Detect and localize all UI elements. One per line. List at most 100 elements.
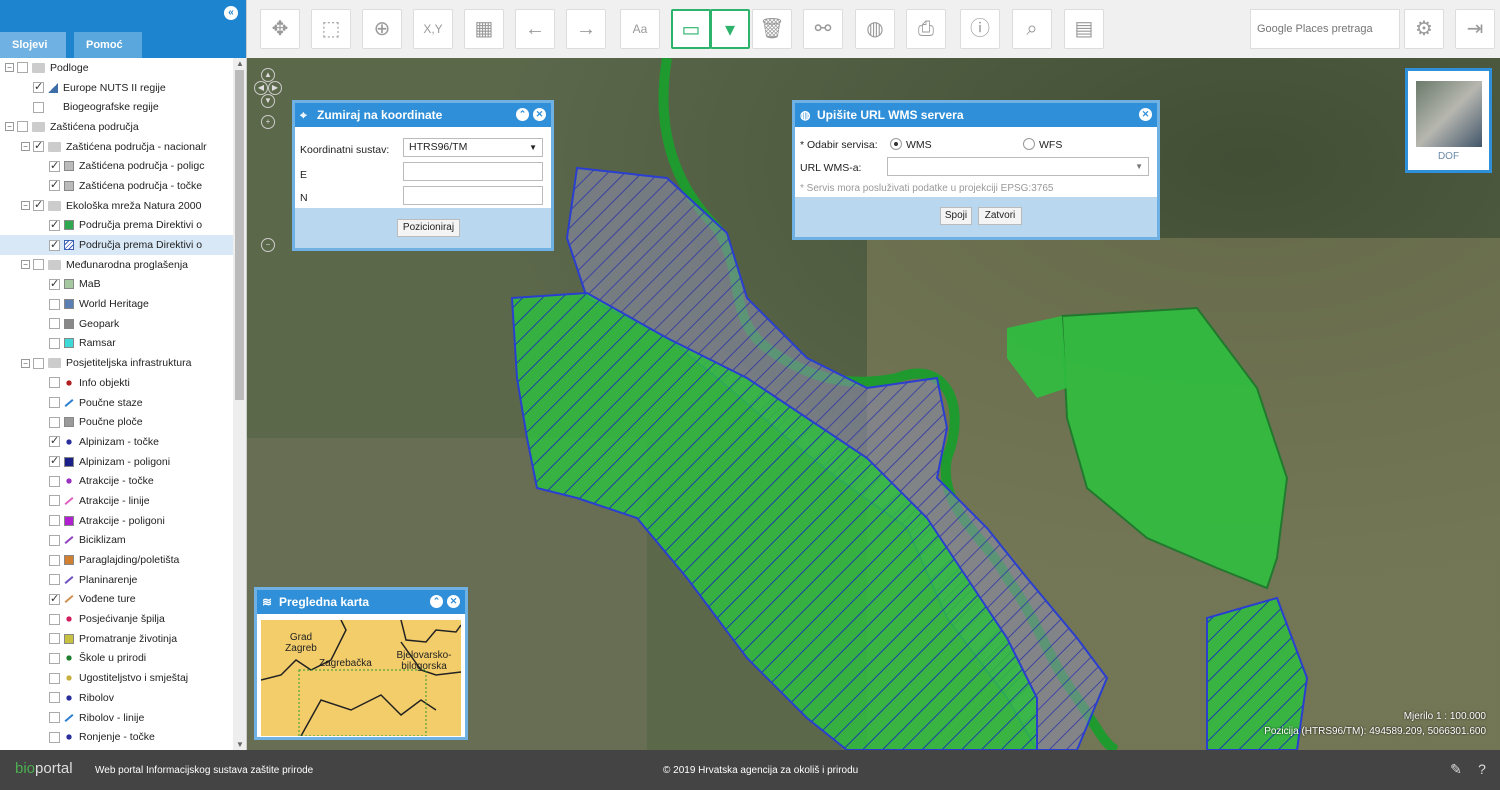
layer-row[interactable]: Ugostiteljstvo i smještaj xyxy=(0,668,233,688)
bioportal-logo[interactable]: bioportal xyxy=(15,760,73,777)
layer-checkbox[interactable] xyxy=(49,475,60,487)
layer-row[interactable]: Ronjenje - točke xyxy=(0,727,233,747)
layer-row[interactable]: Atrakcije - točke xyxy=(0,471,233,491)
position-button[interactable]: Pozicioniraj xyxy=(397,219,460,237)
settings-icon[interactable]: ⚙ xyxy=(1404,9,1444,49)
layer-row[interactable]: Alpinizam - točke xyxy=(0,432,233,452)
layer-checkbox[interactable] xyxy=(49,416,60,428)
tab-layers[interactable]: Slojevi xyxy=(0,32,66,58)
crs-select[interactable]: HTRS96/TM ▼ xyxy=(403,138,543,157)
pan-east-icon[interactable]: ▶ xyxy=(268,81,282,95)
search-icon[interactable]: ⌕ xyxy=(1012,9,1052,49)
layer-row[interactable]: Paraglajding/poletišta xyxy=(0,550,233,570)
layer-checkbox[interactable] xyxy=(49,238,60,251)
layer-checkbox[interactable] xyxy=(49,554,60,566)
print-icon[interactable]: ⎙ xyxy=(906,9,946,49)
layer-row[interactable]: Alpinizam - poligoni xyxy=(0,452,233,472)
info-icon[interactable]: ⓘ xyxy=(960,9,1000,49)
layer-row[interactable]: Planinarenje xyxy=(0,570,233,590)
layer-checkbox[interactable] xyxy=(49,178,60,192)
layer-row[interactable]: Ribolov xyxy=(0,688,233,708)
text-icon[interactable]: Aa xyxy=(620,9,660,49)
layer-checkbox[interactable] xyxy=(49,159,60,172)
northing-input[interactable] xyxy=(403,186,543,205)
collapse-panel-icon[interactable]: ⌃ xyxy=(430,595,443,608)
layer-row[interactable]: Poučne staze xyxy=(0,393,233,413)
measure-icon[interactable]: ▭ xyxy=(671,9,711,49)
layer-checkbox[interactable] xyxy=(33,139,44,153)
connect-button[interactable]: Spoji xyxy=(940,207,972,225)
layer-row[interactable]: Atrakcije - linije xyxy=(0,491,233,511)
zoom-xy-icon[interactable]: X,Y xyxy=(413,9,453,49)
layer-checkbox[interactable] xyxy=(33,357,44,369)
pan-north-icon[interactable]: ▲ xyxy=(261,68,275,82)
layer-group-row[interactable]: − Zaštićena područja - nacionalr xyxy=(0,137,233,157)
layer-checkbox[interactable] xyxy=(33,198,44,212)
scroll-thumb[interactable] xyxy=(235,70,244,400)
collapse-group-icon[interactable]: − xyxy=(5,122,14,132)
forward-arrow-icon[interactable]: → xyxy=(566,9,606,49)
layer-group-row[interactable]: − Zaštićena područja xyxy=(0,117,233,137)
layer-row[interactable]: Poučne ploče xyxy=(0,412,233,432)
collapse-group-icon[interactable]: − xyxy=(21,201,30,211)
logout-icon[interactable]: ⇥ xyxy=(1455,9,1495,49)
pan-south-icon[interactable]: ▼ xyxy=(261,94,275,108)
pan-west-icon[interactable]: ◀ xyxy=(254,81,268,95)
layer-row[interactable]: Područja prema Direktivi o xyxy=(0,216,233,236)
layer-row[interactable]: Ribolov - linije xyxy=(0,708,233,728)
layer-row[interactable]: Područja prema Direktivi o xyxy=(0,235,233,255)
layer-checkbox[interactable] xyxy=(49,495,60,507)
collapse-panel-icon[interactable]: ⌃ xyxy=(516,108,529,121)
zoom-box-icon[interactable]: ⬚ xyxy=(311,9,351,49)
collapse-group-icon[interactable]: − xyxy=(21,142,30,152)
dropdown-icon[interactable]: ▾ xyxy=(710,9,750,49)
layer-row[interactable]: Ramsar xyxy=(0,334,233,354)
layer-checkbox[interactable] xyxy=(33,259,44,271)
layer-checkbox[interactable] xyxy=(49,434,60,448)
scroll-up-icon[interactable]: ▲ xyxy=(236,59,244,68)
help-icon[interactable]: ? xyxy=(1474,761,1490,777)
layer-group-row[interactable]: − Podloge xyxy=(0,58,233,78)
sidebar-scrollbar[interactable]: ▲ ▼ xyxy=(233,58,246,750)
layer-checkbox[interactable] xyxy=(49,515,60,527)
pan-icon[interactable]: ✥ xyxy=(260,9,300,49)
layer-checkbox[interactable] xyxy=(49,298,60,310)
tab-help[interactable]: Pomoć xyxy=(74,32,142,58)
collapse-group-icon[interactable]: − xyxy=(5,63,14,73)
layer-checkbox[interactable] xyxy=(49,377,60,389)
close-icon[interactable]: ✕ xyxy=(1139,108,1152,121)
easting-input[interactable] xyxy=(403,162,543,181)
layer-checkbox[interactable] xyxy=(33,101,44,113)
layer-checkbox[interactable] xyxy=(49,692,60,704)
layer-checkbox[interactable] xyxy=(49,731,60,743)
layer-checkbox[interactable] xyxy=(49,652,60,664)
layer-group-row[interactable]: − Međunarodna proglašenja xyxy=(0,255,233,275)
zoom-extent-icon[interactable]: ⊕ xyxy=(362,9,402,49)
layer-checkbox[interactable] xyxy=(49,397,60,409)
basemap-thumbnail[interactable] xyxy=(1416,81,1482,147)
layer-checkbox[interactable] xyxy=(49,574,60,586)
layer-checkbox[interactable] xyxy=(49,672,60,684)
wms-radio[interactable] xyxy=(890,138,902,150)
scroll-down-icon[interactable]: ▼ xyxy=(236,740,244,749)
layer-row[interactable]: Vođene ture xyxy=(0,590,233,610)
layer-row[interactable]: Škole u prirodi xyxy=(0,649,233,669)
layer-row[interactable]: World Heritage xyxy=(0,294,233,314)
close-button[interactable]: Zatvori xyxy=(978,207,1022,225)
overview-map[interactable]: Grad Zagreb Zagrebačka Bjelovarsko-bilog… xyxy=(261,620,461,736)
layer-checkbox[interactable] xyxy=(33,80,44,94)
wms-url-input[interactable]: ▼ xyxy=(887,157,1149,176)
map-icon[interactable]: ▦ xyxy=(464,9,504,49)
close-icon[interactable]: ✕ xyxy=(447,595,460,608)
layer-group-row[interactable]: − Posjetiteljska infrastruktura xyxy=(0,353,233,373)
layer-row[interactable]: MaB xyxy=(0,275,233,295)
edit-note-icon[interactable]: ✎ xyxy=(1448,761,1464,777)
layer-row[interactable]: Geopark xyxy=(0,314,233,334)
layer-row[interactable]: Zaštićena područja - točke xyxy=(0,176,233,196)
link-icon[interactable]: ⚯ xyxy=(803,9,843,49)
layer-checkbox[interactable] xyxy=(17,62,28,74)
layer-checkbox[interactable] xyxy=(49,454,60,468)
layer-row[interactable]: Posjećivanje špilja xyxy=(0,609,233,629)
zoom-in-icon[interactable]: + xyxy=(261,115,275,129)
layer-row[interactable]: Biciklizam xyxy=(0,531,233,551)
